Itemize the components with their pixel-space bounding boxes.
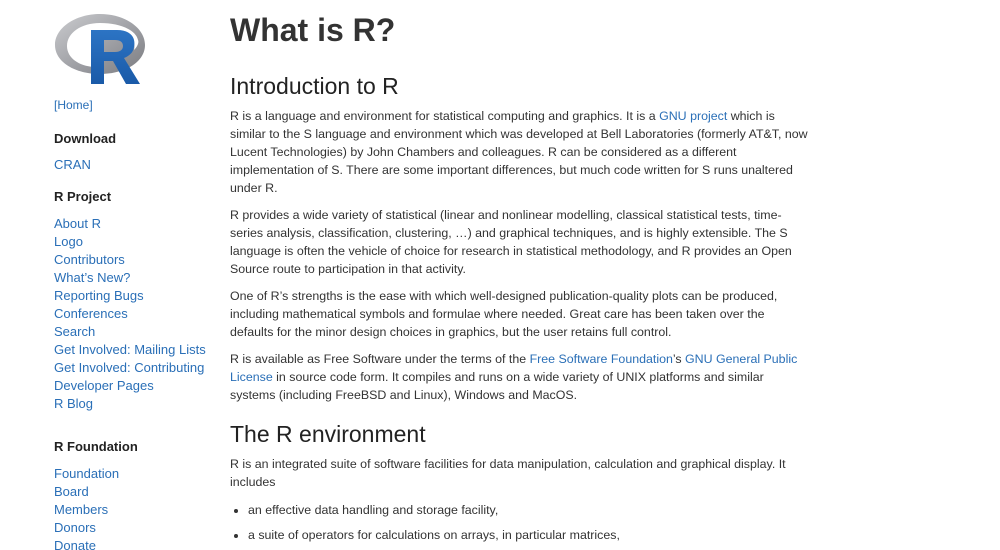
free-software-foundation-link[interactable]: Free Software Foundation	[530, 352, 673, 366]
sidebar-link-developer-pages[interactable]: Developer Pages	[54, 377, 224, 395]
environment-paragraph-1: R is an integrated suite of software fac…	[230, 457, 786, 489]
list-item: Logo	[54, 233, 224, 251]
r-project-heading: R Project	[54, 189, 112, 204]
list-item: CRAN	[54, 156, 224, 174]
list-item: an effective data handling and storage f…	[248, 501, 810, 519]
r-foundation-section: R Foundation Foundation Board Members Do…	[54, 439, 224, 550]
download-list: CRAN	[54, 156, 224, 174]
sidebar-link-contributors[interactable]: Contributors	[54, 251, 224, 269]
download-heading: Download	[54, 131, 117, 146]
sidebar-link-foundation[interactable]: Foundation	[54, 465, 224, 483]
r-foundation-heading: R Foundation	[54, 439, 138, 454]
list-item: Search	[54, 323, 224, 341]
sidebar-link-board[interactable]: Board	[54, 483, 224, 501]
list-item: Board	[54, 483, 224, 501]
sidebar-link-conferences[interactable]: Conferences	[54, 305, 224, 323]
home-link[interactable]: [Home]	[54, 98, 224, 112]
intro-paragraph-1: R is a language and environment for stat…	[230, 107, 810, 197]
list-item: About R	[54, 215, 224, 233]
r-foundation-list: Foundation Board Members Donors Donate	[54, 465, 224, 550]
list-item: Members	[54, 501, 224, 519]
list-item: Get Involved: Mailing Lists	[54, 341, 224, 359]
sidebar-link-cran[interactable]: CRAN	[54, 156, 224, 174]
intro-heading: Introduction to R	[230, 73, 399, 99]
download-section: Download CRAN	[54, 131, 224, 174]
list-item: Foundation	[54, 465, 224, 483]
sidebar-link-r-blog[interactable]: R Blog	[54, 395, 224, 413]
sidebar: [Home] Download CRAN R Project About R L…	[54, 12, 224, 550]
r-project-list: About R Logo Contributors What’s New? Re…	[54, 215, 224, 413]
main-content: What is R? Introduction to R R is a lang…	[230, 10, 810, 550]
sidebar-link-whats-new[interactable]: What’s New?	[54, 269, 224, 287]
list-item: Get Involved: Contributing	[54, 359, 224, 377]
list-item: Contributors	[54, 251, 224, 269]
sidebar-link-about-r[interactable]: About R	[54, 215, 224, 233]
r-project-section: R Project About R Logo Contributors What…	[54, 189, 224, 413]
intro-paragraph-2: R provides a wide variety of statistical…	[230, 208, 792, 276]
list-item: R Blog	[54, 395, 224, 413]
sidebar-link-mailing-lists[interactable]: Get Involved: Mailing Lists	[54, 341, 224, 359]
intro-paragraph-3: One of R’s strengths is the ease with wh…	[230, 289, 778, 339]
gnu-project-link[interactable]: GNU project	[659, 109, 727, 123]
list-item: a suite of operators for calculations on…	[248, 526, 810, 544]
intro-p4-text-b: ’s	[672, 352, 686, 366]
environment-heading: The R environment	[230, 421, 426, 447]
intro-p1-text-a: R is a language and environment for stat…	[230, 109, 660, 123]
list-item: Donors	[54, 519, 224, 537]
list-item: Developer Pages	[54, 377, 224, 395]
intro-p4-text-c: in source code form. It compiles and run…	[230, 370, 764, 402]
sidebar-link-search[interactable]: Search	[54, 323, 224, 341]
sidebar-link-donate[interactable]: Donate	[54, 537, 224, 550]
intro-p4-text-a: R is available as Free Software under th…	[230, 352, 530, 366]
page-title: What is R?	[230, 12, 396, 48]
sidebar-link-members[interactable]: Members	[54, 501, 224, 519]
list-item: What’s New?	[54, 269, 224, 287]
intro-paragraph-4: R is available as Free Software under th…	[230, 350, 810, 404]
sidebar-link-reporting-bugs[interactable]: Reporting Bugs	[54, 287, 224, 305]
sidebar-link-logo[interactable]: Logo	[54, 233, 224, 251]
list-item: Reporting Bugs	[54, 287, 224, 305]
sidebar-link-contributing[interactable]: Get Involved: Contributing	[54, 359, 224, 377]
sidebar-link-donors[interactable]: Donors	[54, 519, 224, 537]
r-logo[interactable]	[54, 12, 146, 86]
environment-bullet-list: an effective data handling and storage f…	[230, 501, 810, 544]
page: [Home] Download CRAN R Project About R L…	[0, 0, 1000, 550]
list-item: Conferences	[54, 305, 224, 323]
list-item: Donate	[54, 537, 224, 550]
